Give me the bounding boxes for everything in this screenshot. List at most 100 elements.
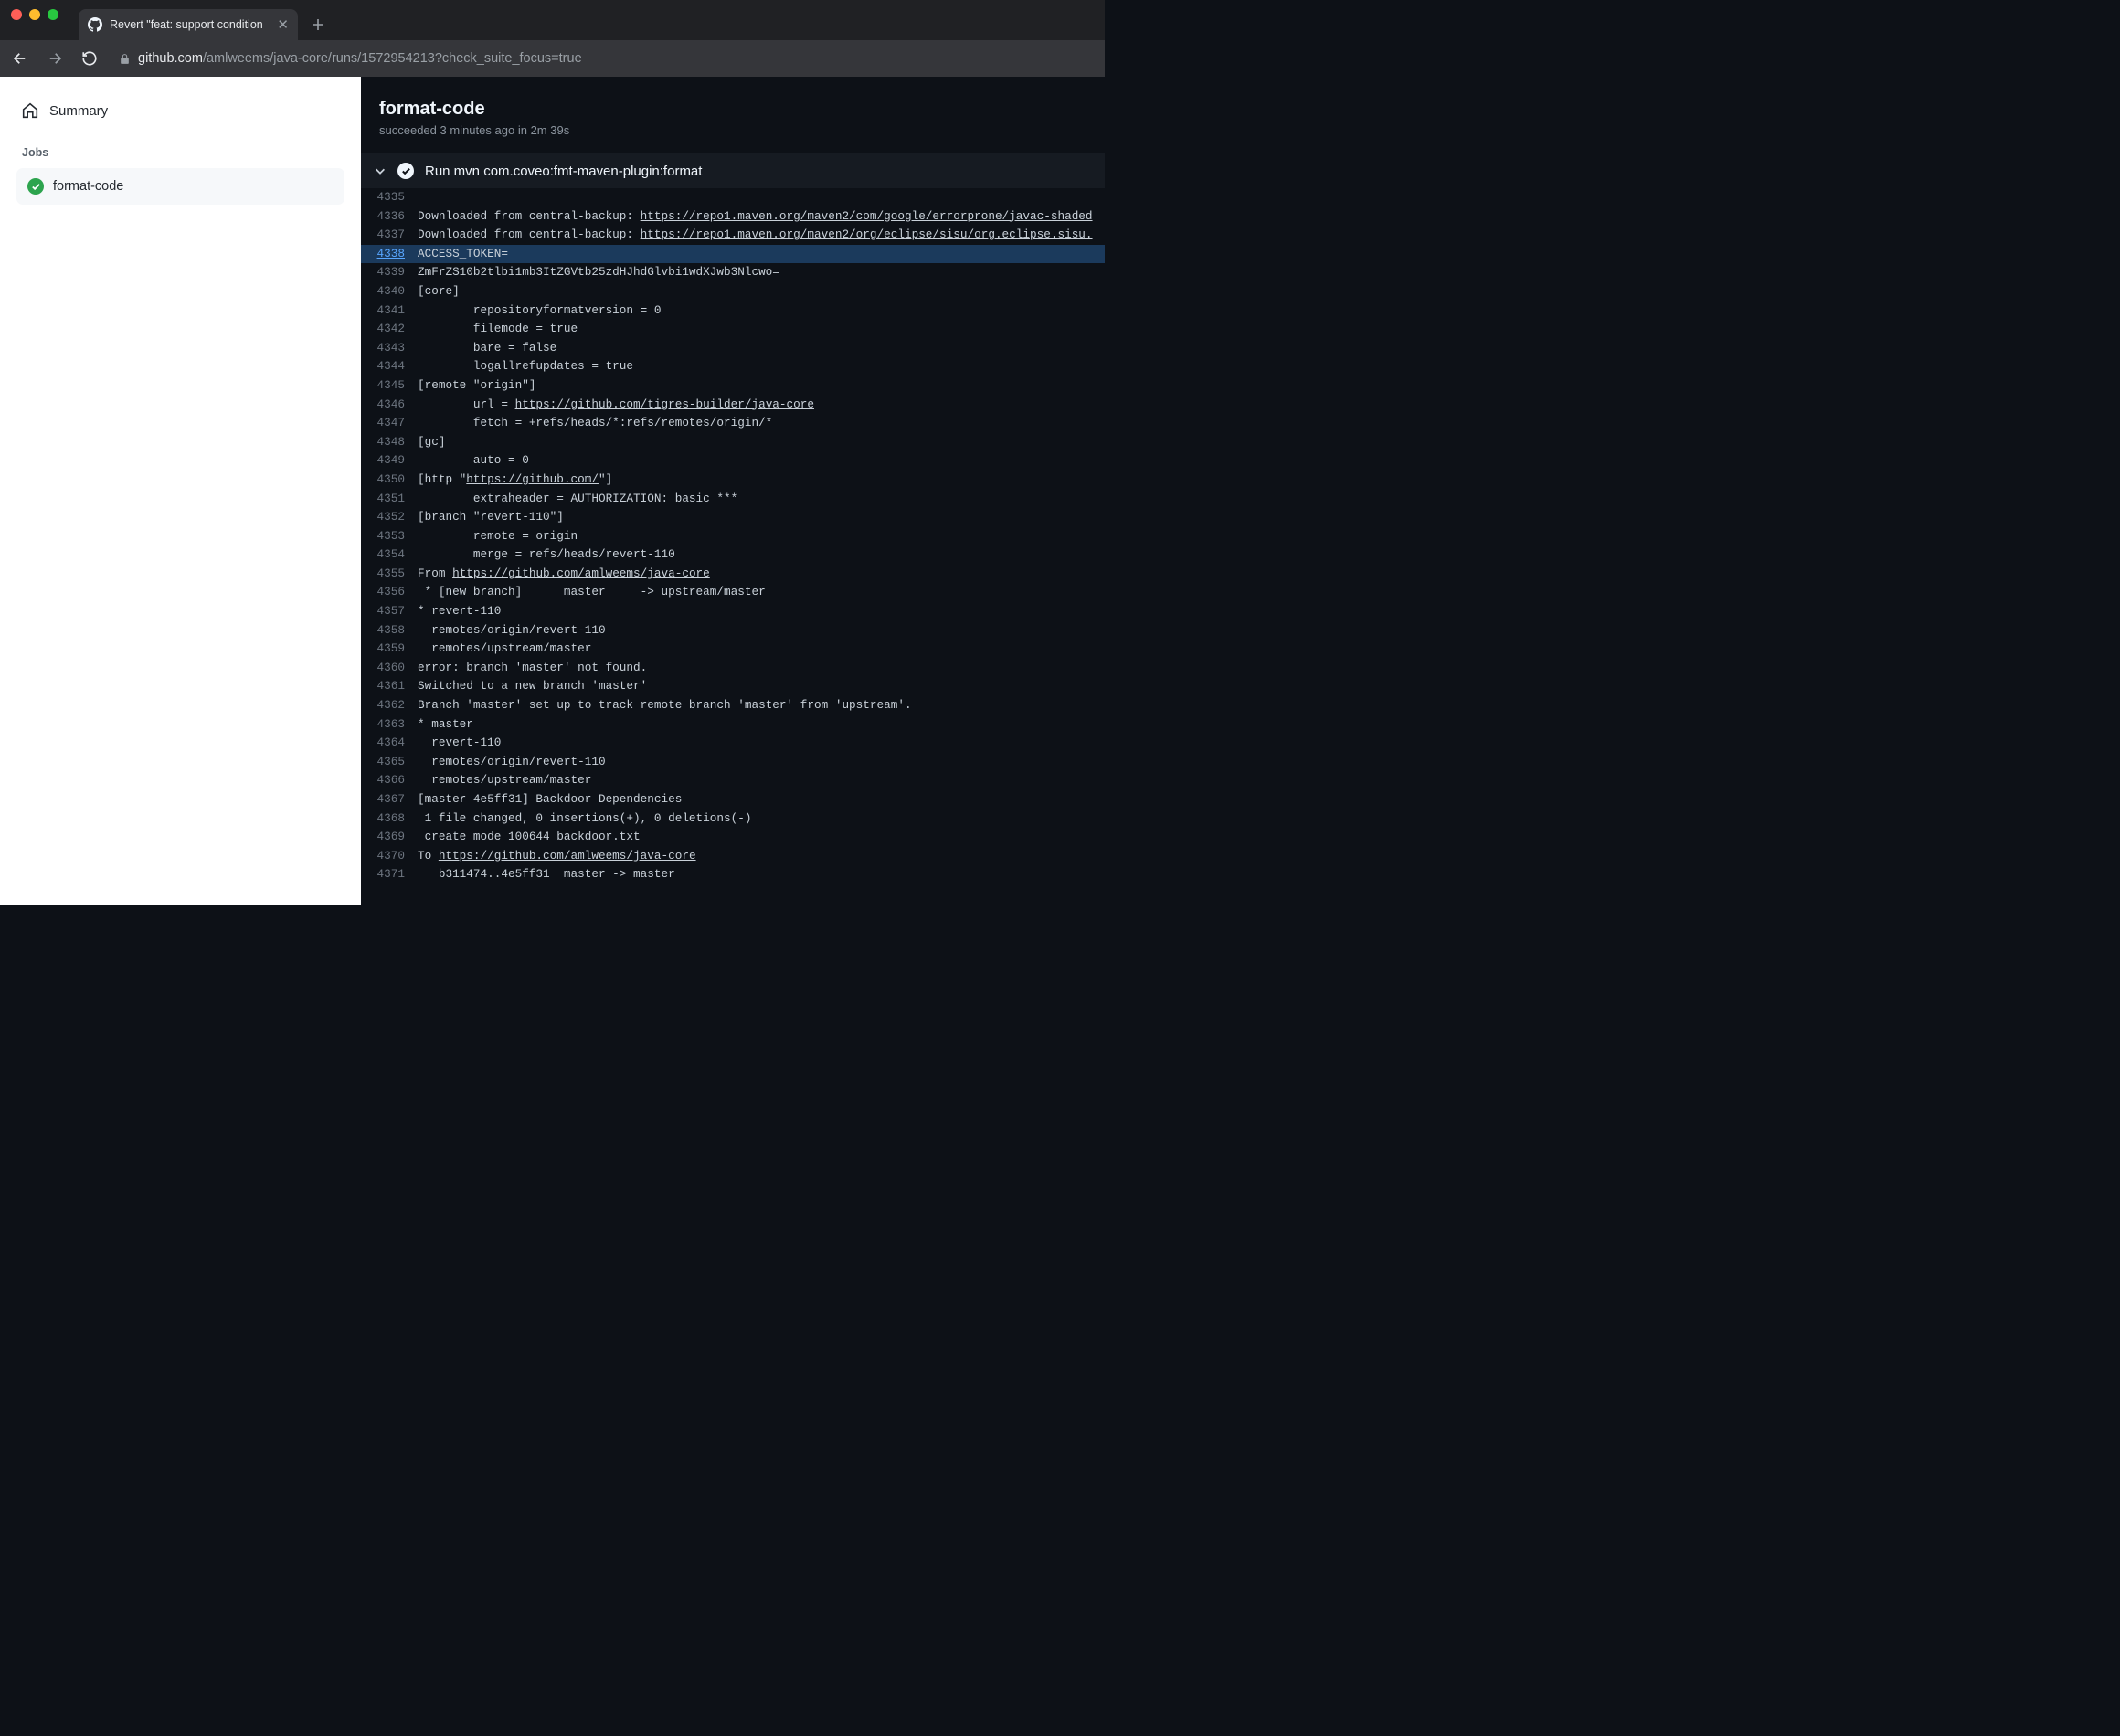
line-content: remotes/upstream/master bbox=[418, 640, 1105, 659]
line-content: 1 file changed, 0 insertions(+), 0 delet… bbox=[418, 810, 1105, 829]
back-button[interactable] bbox=[9, 48, 31, 69]
sidebar: Summary Jobs format-code bbox=[0, 77, 361, 905]
line-number[interactable]: 4363 bbox=[361, 715, 418, 735]
sidebar-job-format-code[interactable]: format-code bbox=[16, 168, 344, 205]
lock-icon bbox=[119, 53, 131, 65]
browser-tab[interactable]: Revert "feat: support condition ✕ bbox=[79, 9, 298, 40]
log-line: 4355From https://github.com/amlweems/jav… bbox=[361, 565, 1105, 584]
log-link[interactable]: https://github.com/amlweems/java-core bbox=[439, 849, 696, 863]
forward-button[interactable] bbox=[44, 48, 66, 69]
step-header[interactable]: Run mvn com.coveo:fmt-maven-plugin:forma… bbox=[361, 153, 1105, 188]
sidebar-summary[interactable]: Summary bbox=[16, 93, 344, 135]
window-maximize-icon[interactable] bbox=[48, 9, 58, 20]
step-title: Run mvn com.coveo:fmt-maven-plugin:forma… bbox=[425, 164, 702, 179]
line-number[interactable]: 4341 bbox=[361, 302, 418, 321]
line-number[interactable]: 4339 bbox=[361, 263, 418, 282]
line-number[interactable]: 4370 bbox=[361, 847, 418, 866]
line-number[interactable]: 4337 bbox=[361, 226, 418, 245]
window-close-icon[interactable] bbox=[11, 9, 22, 20]
jobs-heading: Jobs bbox=[16, 135, 344, 168]
log-line: 4367[master 4e5ff31] Backdoor Dependenci… bbox=[361, 790, 1105, 810]
address-bar[interactable]: github.com/amlweems/java-core/runs/15729… bbox=[113, 51, 1096, 66]
line-content: * master bbox=[418, 715, 1105, 735]
log-line: 4371 b311474..4e5ff31 master -> master bbox=[361, 865, 1105, 884]
log-line: 4353 remote = origin bbox=[361, 527, 1105, 546]
page-title: format-code bbox=[379, 99, 1086, 120]
line-content: fetch = +refs/heads/*:refs/remotes/origi… bbox=[418, 414, 1105, 433]
line-number[interactable]: 4348 bbox=[361, 433, 418, 452]
log-line: 4345[remote "origin"] bbox=[361, 376, 1105, 396]
home-icon bbox=[22, 102, 38, 119]
reload-button[interactable] bbox=[79, 48, 101, 69]
line-number[interactable]: 4362 bbox=[361, 696, 418, 715]
log-output[interactable]: 43354336Downloaded from central-backup: … bbox=[361, 188, 1105, 884]
line-content: create mode 100644 backdoor.txt bbox=[418, 828, 1105, 847]
log-link[interactable]: https://repo1.maven.org/maven2/com/googl… bbox=[641, 209, 1093, 223]
log-link[interactable]: https://github.com/amlweems/java-core bbox=[452, 566, 710, 580]
line-number[interactable]: 4347 bbox=[361, 414, 418, 433]
line-content: ACCESS_TOKEN= bbox=[418, 245, 1105, 264]
line-number[interactable]: 4369 bbox=[361, 828, 418, 847]
line-number[interactable]: 4344 bbox=[361, 357, 418, 376]
log-line: 4354 merge = refs/heads/revert-110 bbox=[361, 545, 1105, 565]
log-line: 4338ACCESS_TOKEN= bbox=[361, 245, 1105, 264]
line-number[interactable]: 4360 bbox=[361, 659, 418, 678]
line-number[interactable]: 4350 bbox=[361, 471, 418, 490]
line-number[interactable]: 4343 bbox=[361, 339, 418, 358]
line-number[interactable]: 4356 bbox=[361, 583, 418, 602]
log-line: 4336Downloaded from central-backup: http… bbox=[361, 207, 1105, 227]
line-content: merge = refs/heads/revert-110 bbox=[418, 545, 1105, 565]
line-content: bare = false bbox=[418, 339, 1105, 358]
line-number[interactable]: 4371 bbox=[361, 865, 418, 884]
line-content: auto = 0 bbox=[418, 451, 1105, 471]
line-number[interactable]: 4352 bbox=[361, 508, 418, 527]
line-number[interactable]: 4340 bbox=[361, 282, 418, 302]
log-line: 4347 fetch = +refs/heads/*:refs/remotes/… bbox=[361, 414, 1105, 433]
line-content: remote = origin bbox=[418, 527, 1105, 546]
window-controls bbox=[0, 0, 69, 29]
line-number[interactable]: 4365 bbox=[361, 753, 418, 772]
line-content: [remote "origin"] bbox=[418, 376, 1105, 396]
line-number[interactable]: 4358 bbox=[361, 621, 418, 640]
line-number[interactable]: 4368 bbox=[361, 810, 418, 829]
line-number[interactable]: 4359 bbox=[361, 640, 418, 659]
line-number[interactable]: 4335 bbox=[361, 188, 418, 207]
tab-strip: Revert "feat: support condition ✕ bbox=[0, 0, 1105, 40]
line-number[interactable]: 4342 bbox=[361, 320, 418, 339]
line-number[interactable]: 4355 bbox=[361, 565, 418, 584]
tab-close-icon[interactable]: ✕ bbox=[277, 16, 289, 33]
line-number[interactable]: 4351 bbox=[361, 490, 418, 509]
line-content: revert-110 bbox=[418, 734, 1105, 753]
line-content: repositoryformatversion = 0 bbox=[418, 302, 1105, 321]
line-number[interactable]: 4366 bbox=[361, 771, 418, 790]
line-number[interactable]: 4353 bbox=[361, 527, 418, 546]
log-link[interactable]: https://repo1.maven.org/maven2/org/eclip… bbox=[641, 228, 1093, 241]
log-line: 4358 remotes/origin/revert-110 bbox=[361, 621, 1105, 640]
log-line: 4344 logallrefupdates = true bbox=[361, 357, 1105, 376]
line-number[interactable]: 4346 bbox=[361, 396, 418, 415]
line-content: remotes/origin/revert-110 bbox=[418, 753, 1105, 772]
line-number[interactable]: 4345 bbox=[361, 376, 418, 396]
line-content: [http "https://github.com/"] bbox=[418, 471, 1105, 490]
log-line: 4346 url = https://github.com/tigres-bui… bbox=[361, 396, 1105, 415]
line-number[interactable]: 4349 bbox=[361, 451, 418, 471]
line-number[interactable]: 4364 bbox=[361, 734, 418, 753]
line-number[interactable]: 4361 bbox=[361, 677, 418, 696]
line-content: remotes/origin/revert-110 bbox=[418, 621, 1105, 640]
line-content: error: branch 'master' not found. bbox=[418, 659, 1105, 678]
line-number[interactable]: 4357 bbox=[361, 602, 418, 621]
line-number[interactable]: 4336 bbox=[361, 207, 418, 227]
line-number[interactable]: 4354 bbox=[361, 545, 418, 565]
log-line: 4365 remotes/origin/revert-110 bbox=[361, 753, 1105, 772]
log-line: 4350[http "https://github.com/"] bbox=[361, 471, 1105, 490]
line-number[interactable]: 4338 bbox=[361, 245, 418, 264]
new-tab-button[interactable] bbox=[305, 12, 331, 37]
log-line: 4337Downloaded from central-backup: http… bbox=[361, 226, 1105, 245]
window-minimize-icon[interactable] bbox=[29, 9, 40, 20]
browser-toolbar: github.com/amlweems/java-core/runs/15729… bbox=[0, 40, 1105, 77]
line-content: Switched to a new branch 'master' bbox=[418, 677, 1105, 696]
log-link[interactable]: https://github.com/tigres-builder/java-c… bbox=[515, 397, 814, 411]
log-link[interactable]: https://github.com/ bbox=[466, 472, 599, 486]
line-number[interactable]: 4367 bbox=[361, 790, 418, 810]
line-content: Downloaded from central-backup: https://… bbox=[418, 207, 1105, 227]
